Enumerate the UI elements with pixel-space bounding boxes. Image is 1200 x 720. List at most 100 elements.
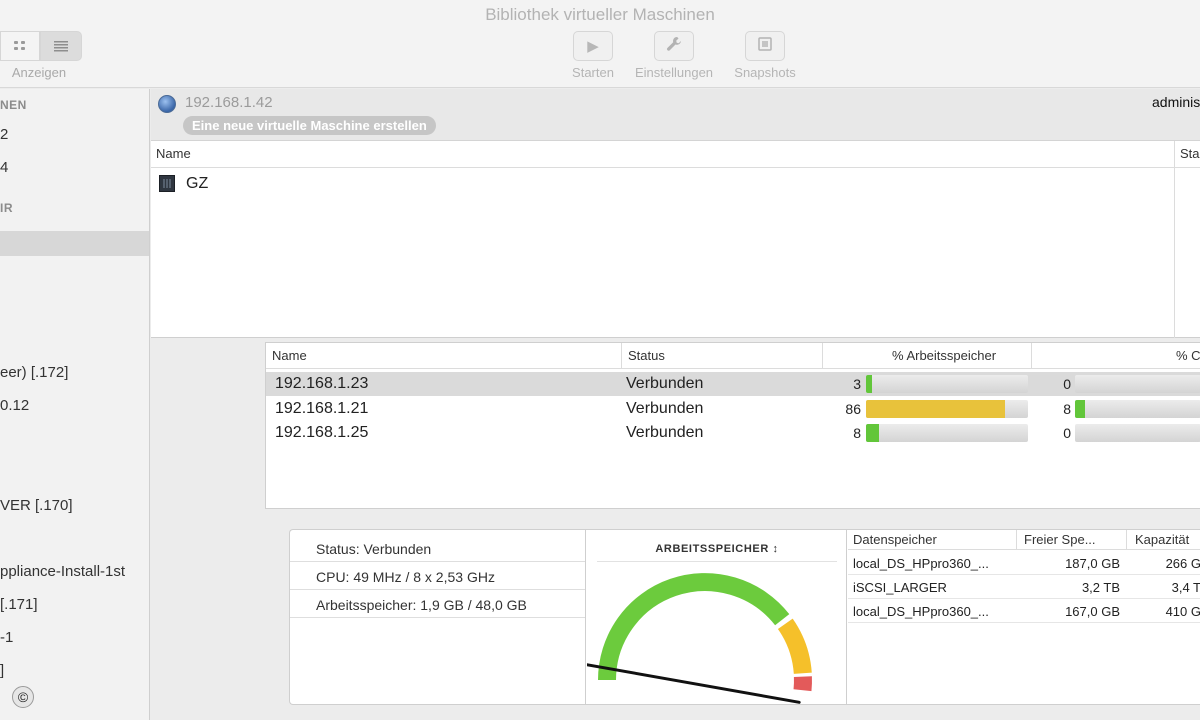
column-divider[interactable] (822, 343, 823, 369)
cpu-value: 8 (1063, 401, 1071, 417)
memory-value: 86 (845, 401, 861, 417)
host-row[interactable]: 192.168.1.21 Verbunden 86 8 (266, 397, 1200, 421)
host-ip: 192.168.1.42 (185, 94, 273, 111)
info-memory-row: Arbeitsspeicher: 1,9 GB / 48,0 GB (290, 590, 585, 618)
window-title: Bibliothek virtueller Maschinen (485, 5, 715, 24)
sidebar-item[interactable]: 2 (0, 126, 149, 143)
memory-bar-fill (866, 400, 1005, 418)
info-memory: Arbeitsspeicher: 1,9 GB / 48,0 GB (316, 597, 527, 613)
datastore-capacity: 3,4 T (1171, 580, 1200, 595)
cpu-bar (1075, 375, 1200, 393)
settings-button[interactable] (654, 31, 694, 61)
user-label: adminis (1152, 94, 1200, 110)
column-divider[interactable] (1126, 530, 1127, 550)
view-list-button[interactable] (40, 31, 82, 61)
view-icons-button[interactable] (0, 31, 40, 61)
cpu-bar (1075, 424, 1200, 442)
vm-table: Name Sta GZ (151, 141, 1200, 338)
column-header-free[interactable]: Freier Spe... (1024, 532, 1122, 547)
view-label: Anzeigen (11, 65, 67, 80)
settings-label: Einstellungen (634, 65, 714, 80)
copyright-icon: © (12, 686, 34, 708)
host-header: 192.168.1.42 Eine neue virtuelle Maschin… (151, 89, 1200, 141)
host-status: Verbunden (626, 424, 704, 441)
memory-bar-fill (866, 424, 879, 442)
column-header-cpu[interactable]: % C (1176, 348, 1200, 363)
host-name: 192.168.1.21 (275, 400, 369, 417)
datastore-capacity: 410 G (1165, 604, 1200, 619)
column-divider[interactable] (1016, 530, 1017, 550)
snapshot-icon (757, 36, 773, 56)
start-button[interactable]: ▶ (573, 31, 613, 61)
sidebar-item[interactable]: [.171] (0, 596, 149, 613)
column-header-status[interactable]: Status (628, 348, 665, 363)
column-divider[interactable] (1031, 343, 1032, 369)
sidebar-item[interactable]: 0.12 (0, 397, 149, 414)
datastore-table-header: Datenspeicher Freier Spe... Kapazität (848, 530, 1200, 550)
sidebar-item[interactable]: -1 (0, 629, 149, 646)
memory-bar (866, 400, 1028, 418)
host-status: Verbunden (626, 375, 704, 392)
host-row[interactable]: 192.168.1.25 Verbunden 8 0 (266, 421, 1200, 445)
vm-row[interactable]: GZ (151, 172, 1171, 196)
column-header-name[interactable]: Name (272, 348, 307, 363)
sidebar-item[interactable]: 4 (0, 159, 149, 176)
snapshots-button[interactable] (745, 31, 785, 61)
column-divider[interactable] (621, 343, 622, 369)
play-icon: ▶ (587, 38, 599, 55)
vm-name: GZ (186, 175, 209, 192)
column-header-status[interactable]: Sta (1180, 146, 1200, 161)
wrench-icon (666, 36, 682, 56)
gauge-metric-selector[interactable]: ARBEITSSPEICHER ↕ (587, 543, 847, 555)
host-name: 192.168.1.23 (275, 375, 369, 392)
toolbar: Bibliothek virtueller Maschinen Anzeigen… (0, 0, 1200, 88)
sidebar-item[interactable]: ] (0, 662, 149, 679)
snapshots-label: Snapshots (734, 65, 796, 80)
memory-value: 3 (853, 376, 861, 392)
info-status: Status: Verbunden (316, 541, 432, 557)
info-cpu-row: CPU: 49 MHz / 8 x 2,53 GHz (290, 562, 585, 590)
column-header-memory[interactable]: % Arbeitsspeicher (892, 348, 996, 363)
vm-table-header: Name Sta (151, 141, 1200, 168)
list-icon (41, 32, 81, 60)
sidebar-section-header: NEN (0, 98, 27, 112)
cpu-bar (1075, 400, 1200, 418)
gauge-needle (587, 663, 801, 704)
datastore-free: 167,0 GB (1065, 604, 1120, 619)
sidebar-item[interactable]: VER [.170] (0, 497, 149, 514)
globe-icon (158, 95, 176, 113)
cpu-value: 0 (1063, 425, 1071, 441)
cpu-value: 0 (1063, 376, 1071, 392)
column-header-datastore[interactable]: Datenspeicher (853, 532, 1008, 547)
datastore-row[interactable]: local_DS_HPpro360_... 187,0 GB 266 G (848, 551, 1200, 575)
datastore-free: 3,2 TB (1081, 580, 1120, 595)
column-header-name[interactable]: Name (156, 146, 191, 161)
host-name: 192.168.1.25 (275, 424, 369, 441)
hosts-table-header: Name Status % Arbeitsspeicher % C (266, 343, 1200, 369)
host-row[interactable]: 192.168.1.23 Verbunden 3 0 (266, 372, 1200, 396)
memory-bar (866, 424, 1028, 442)
cpu-bar-fill (1075, 400, 1085, 418)
info-cpu: CPU: 49 MHz / 8 x 2,53 GHz (316, 569, 495, 585)
gauge-chart (587, 573, 812, 704)
sidebar-item[interactable]: ppliance-Install-1st (0, 563, 149, 580)
datastore-row[interactable]: iSCSI_LARGER 3,2 TB 3,4 T (848, 575, 1200, 599)
vm-icon (159, 175, 175, 192)
gauge-arc-yellow (777, 618, 812, 675)
datastore-name: iSCSI_LARGER (853, 580, 947, 595)
column-divider[interactable] (1174, 141, 1175, 338)
new-vm-button[interactable]: Eine neue virtuelle Maschine erstellen (183, 116, 436, 135)
sidebar: NEN 2 4 IR eer) [.172] 0.12 VER [.170] p… (0, 89, 150, 720)
datastore-row[interactable]: local_DS_HPpro360_... 167,0 GB 410 G (848, 599, 1200, 623)
datastore-name: local_DS_HPpro360_... (853, 556, 989, 571)
memory-bar (866, 375, 1028, 393)
memory-bar-fill (866, 375, 872, 393)
memory-value: 8 (853, 425, 861, 441)
sidebar-section-header: IR (0, 201, 13, 215)
host-status: Verbunden (626, 400, 704, 417)
sidebar-item[interactable]: eer) [.172] (0, 364, 149, 381)
column-header-capacity[interactable]: Kapazität (1135, 532, 1200, 547)
memory-gauge: ARBEITSSPEICHER ↕ (587, 530, 847, 704)
sidebar-item-selected[interactable] (0, 231, 149, 256)
info-status-row: Status: Verbunden (290, 534, 585, 562)
